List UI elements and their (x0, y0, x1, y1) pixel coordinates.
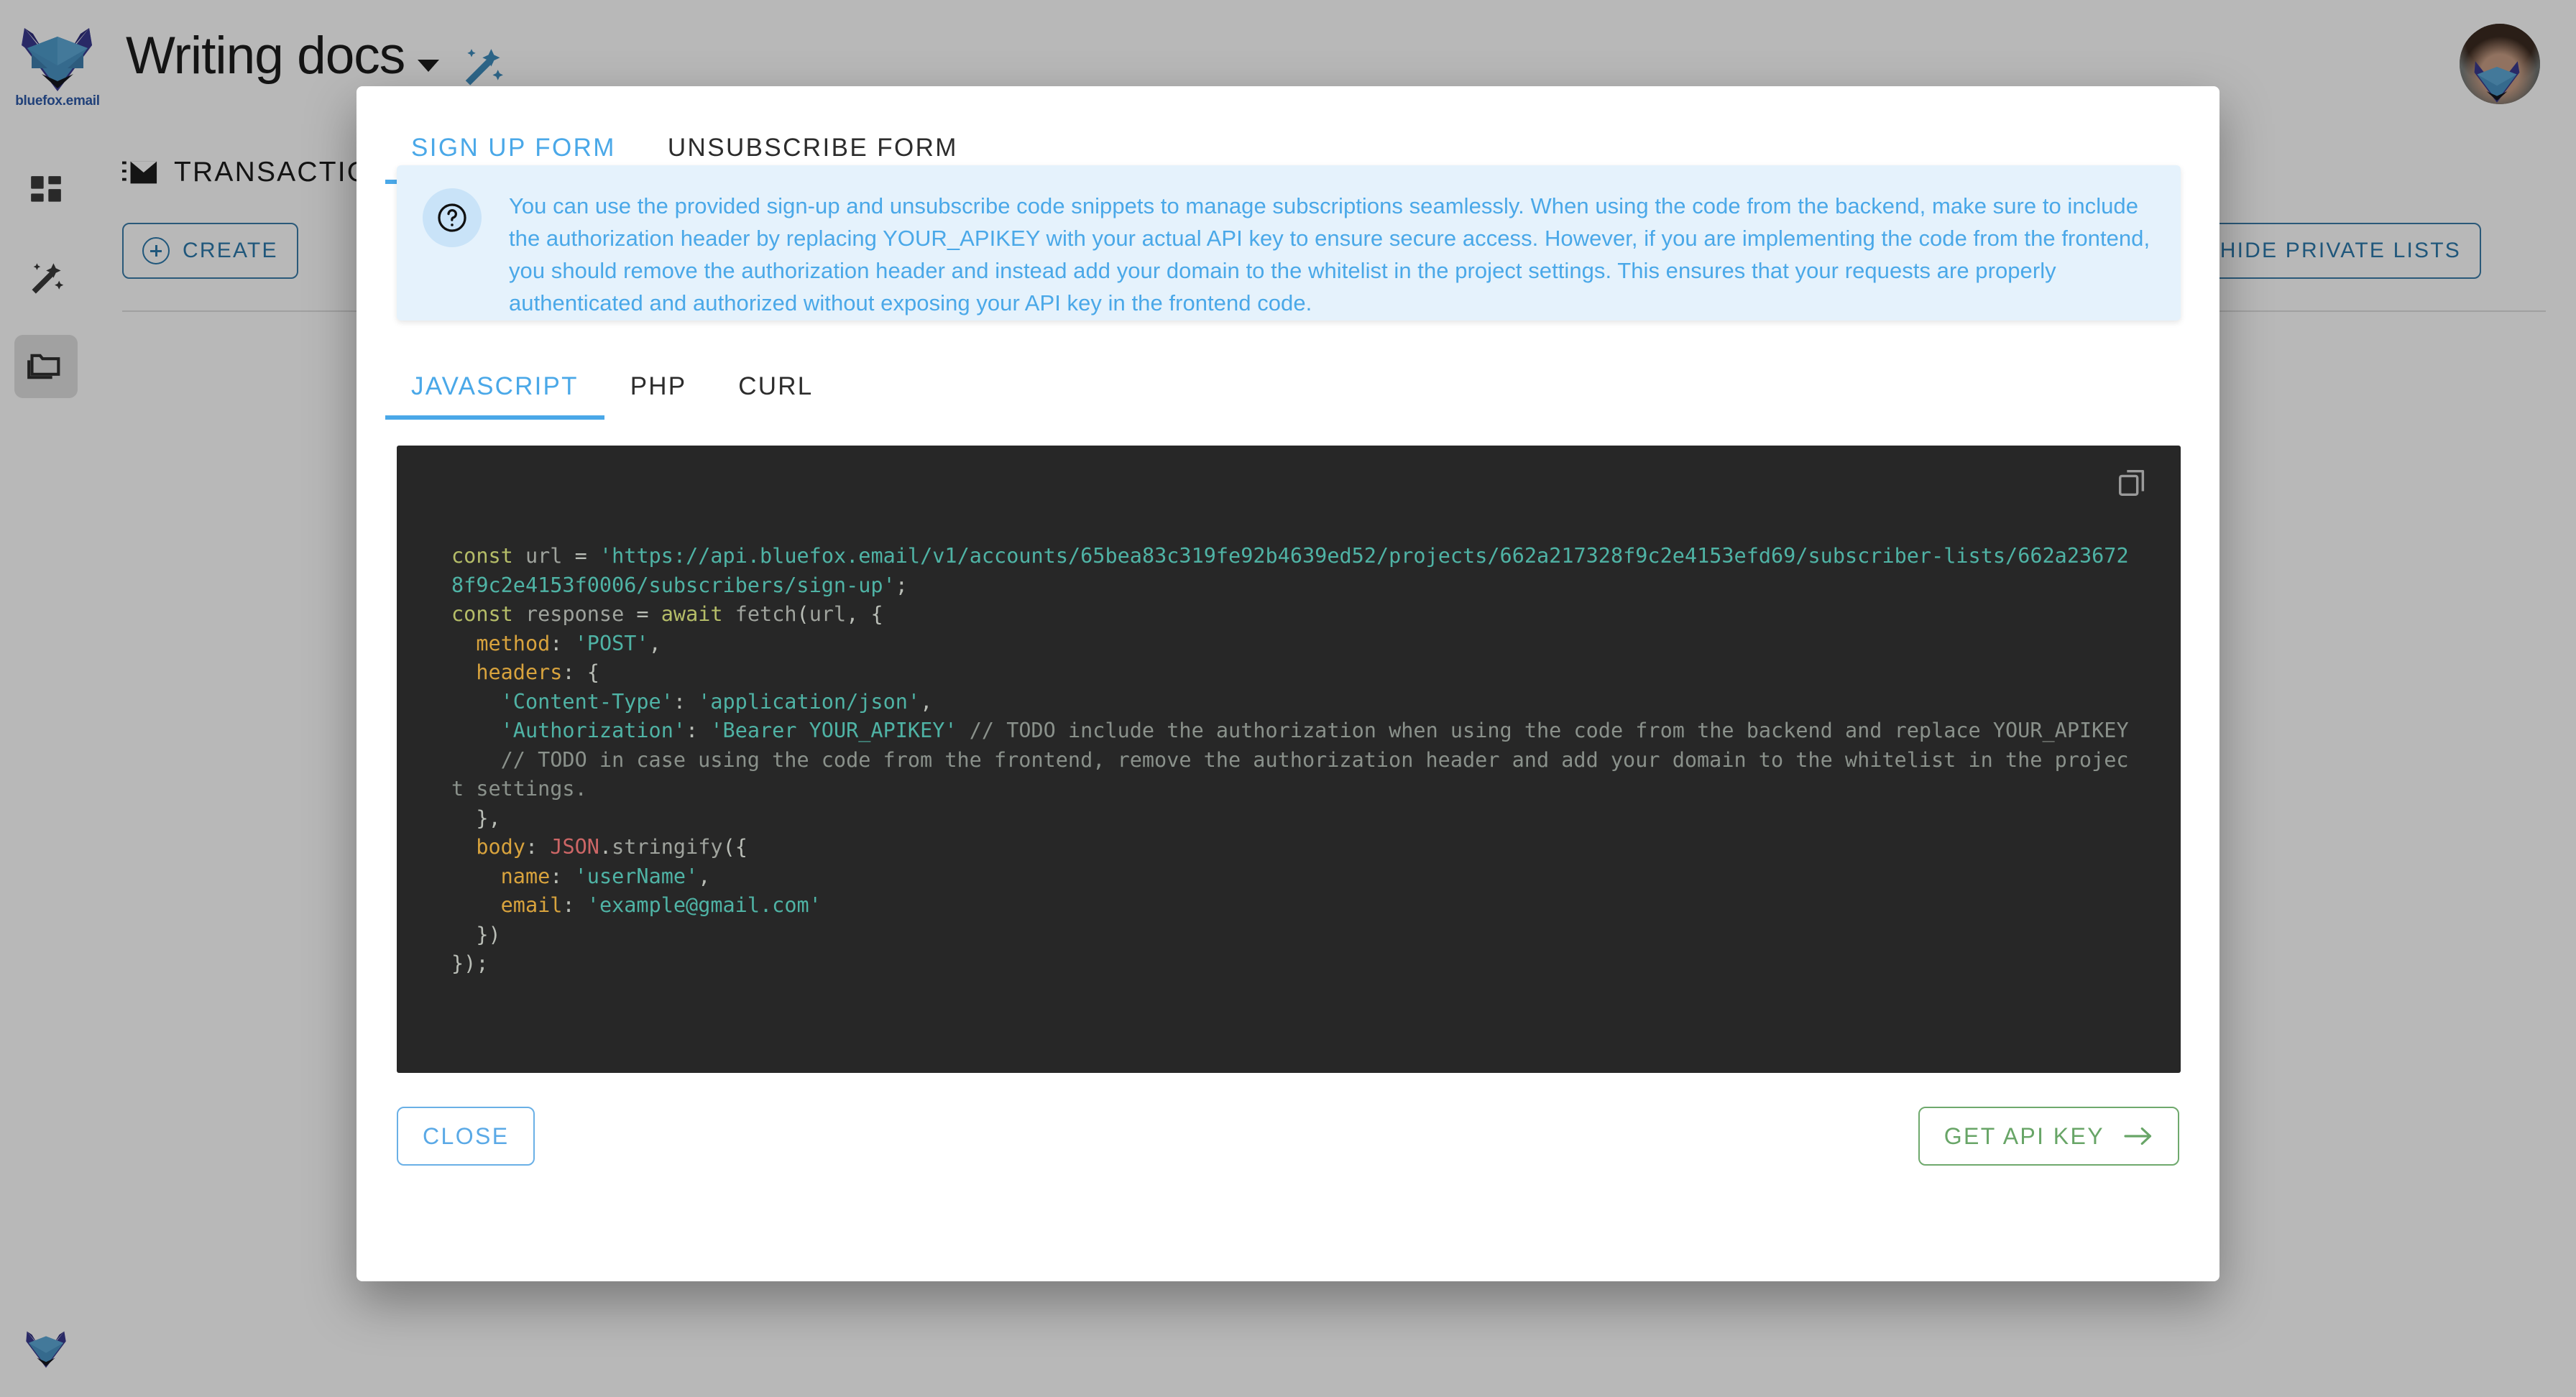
subscription-forms-modal: SIGN UP FORM UNSUBSCRIBE FORM You can us… (356, 86, 2220, 1281)
code-panel: const url = 'https://api.bluefox.email/v… (397, 446, 2181, 1073)
copy-icon[interactable] (2109, 460, 2155, 506)
info-banner-text: You can use the provided sign-up and uns… (509, 193, 2150, 315)
tab-curl[interactable]: CURL (712, 358, 839, 420)
close-button-label: CLOSE (423, 1122, 510, 1149)
close-button[interactable]: CLOSE (397, 1107, 535, 1166)
arrow-right-icon (2124, 1127, 2152, 1145)
question-mark-circle-icon (423, 188, 482, 247)
code-snippet[interactable]: const url = 'https://api.bluefox.email/v… (451, 542, 2138, 979)
info-banner: You can use the provided sign-up and uns… (397, 165, 2181, 321)
get-api-key-button[interactable]: GET API KEY (1918, 1107, 2179, 1166)
language-tabs: JAVASCRIPT PHP CURL (385, 358, 839, 420)
tab-php[interactable]: PHP (604, 358, 713, 420)
get-api-key-label: GET API KEY (1944, 1122, 2104, 1149)
tab-javascript[interactable]: JAVASCRIPT (385, 358, 604, 420)
modal-footer: CLOSE GET API KEY (397, 1107, 2179, 1179)
